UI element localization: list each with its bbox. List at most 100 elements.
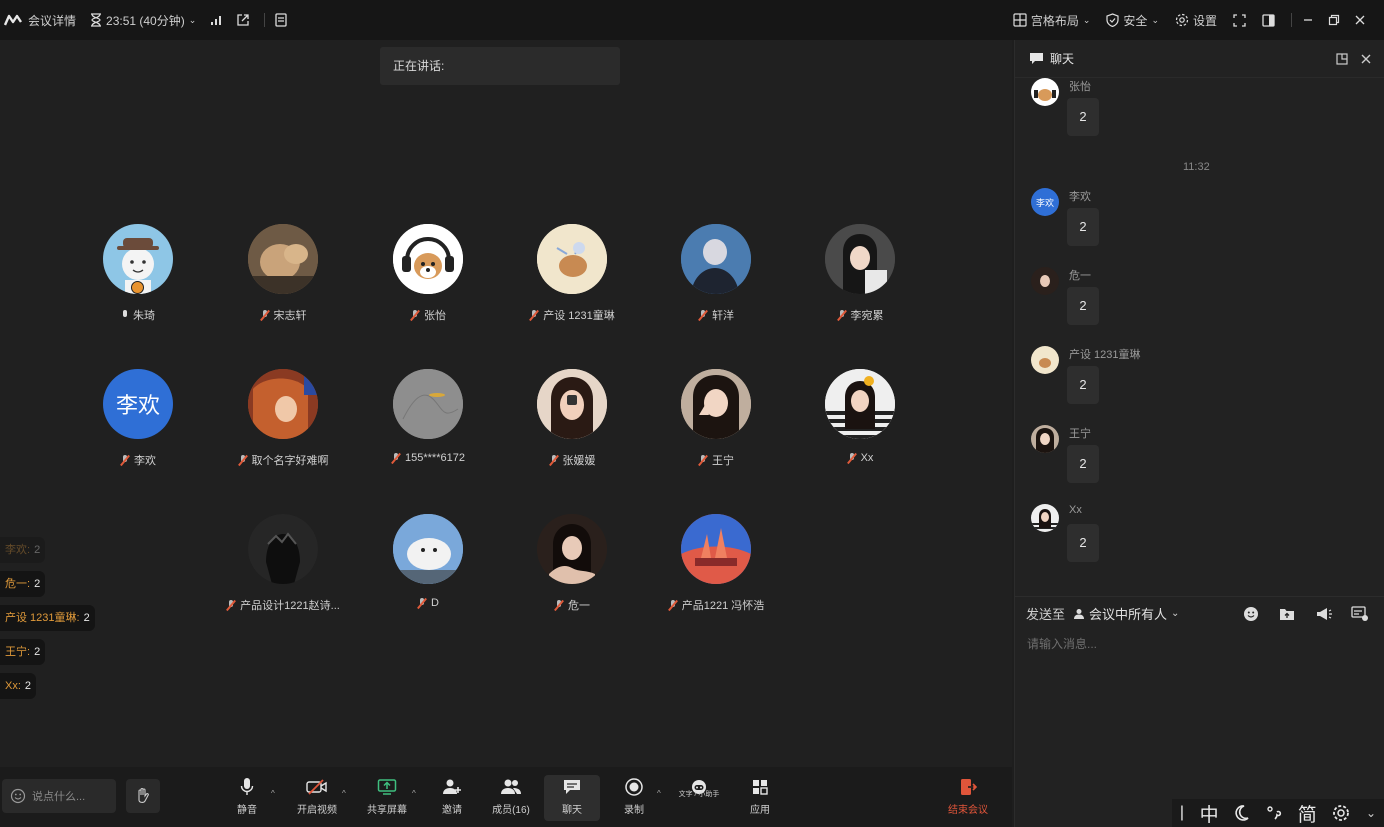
participant-tile[interactable]: D <box>363 514 493 609</box>
participant-tile[interactable]: 张怡 <box>363 224 493 323</box>
invite-button[interactable]: 邀请 <box>424 777 480 821</box>
reaction-sender: 产设 1231童琳: <box>5 612 80 624</box>
quick-message-input[interactable]: 说点什么... <box>2 779 116 813</box>
participant-tile[interactable]: 155****6172 <box>363 369 493 464</box>
reaction-toast: 李欢: 2 <box>0 537 46 563</box>
time-divider: 11:32 <box>1183 161 1210 173</box>
end-meeting-button[interactable]: 结束会议 <box>940 777 996 821</box>
security-button[interactable]: 安全 ⌄ <box>1106 12 1159 29</box>
participant-tile[interactable]: Xx <box>795 369 925 464</box>
network-signal-button[interactable] <box>210 14 222 26</box>
settings-button[interactable]: 设置 <box>1175 12 1217 29</box>
ime-chinese-mode[interactable]: 中 <box>1200 800 1219 827</box>
participant-tile[interactable]: 张媛媛 <box>507 369 637 468</box>
apps-button[interactable]: 应用 <box>732 777 788 821</box>
restore-window-button[interactable] <box>1328 14 1340 26</box>
chevron-up-icon[interactable]: ^ <box>657 789 661 798</box>
minimize-window-button[interactable] <box>1302 14 1314 26</box>
microphone-muted-icon <box>529 309 539 321</box>
emoji-icon[interactable] <box>1243 606 1259 622</box>
avatar <box>1031 425 1059 453</box>
apps-grid-icon <box>751 777 769 797</box>
microphone-muted-icon <box>837 309 847 321</box>
chevron-down-icon[interactable]: ⌄ <box>1366 806 1376 820</box>
share-screen-icon <box>377 777 397 797</box>
external-link-icon <box>236 13 250 27</box>
chat-settings-icon[interactable] <box>1351 605 1384 622</box>
person-icon <box>1073 608 1085 620</box>
mute-label: 静音 <box>237 805 257 816</box>
participant-tile[interactable]: 宋志轩 <box>218 224 348 323</box>
participant-tile[interactable]: 朱琦 <box>73 224 203 323</box>
meeting-timer-label: 23:51 (40分钟) <box>106 13 185 28</box>
avatar <box>248 369 318 439</box>
chevron-down-icon: ⌄ <box>1151 14 1159 25</box>
microphone-muted-icon <box>554 599 564 611</box>
message-sender: 李欢 <box>1069 191 1091 203</box>
send-target-select[interactable]: 会议中所有人 ⌄ <box>1073 604 1179 623</box>
gallery-layout-button[interactable]: 宫格布局 ⌄ <box>1013 12 1090 29</box>
reaction-sender: 危一: <box>5 578 31 590</box>
participant-tile[interactable]: 产品设计1221赵诗... <box>218 514 348 613</box>
microphone-muted-icon <box>698 309 708 321</box>
close-window-button[interactable] <box>1354 14 1366 26</box>
message-input[interactable]: 请输入消息... <box>1027 632 1367 656</box>
record-button[interactable]: 录制 <box>606 777 662 821</box>
chevron-up-icon[interactable]: ^ <box>342 789 346 798</box>
participant-tile[interactable]: 危一 <box>507 514 637 613</box>
toolbar-divider <box>264 13 266 27</box>
microphone-muted-icon <box>668 599 678 611</box>
participant-tile[interactable]: 产设 1231童琳 <box>507 224 637 323</box>
gear-icon[interactable] <box>1332 804 1350 822</box>
apps-label: 应用 <box>750 805 770 816</box>
chat-header: 聊天 <box>1015 40 1384 78</box>
participant-tile[interactable]: 取个名字好难啊 <box>218 369 348 468</box>
meeting-details-button[interactable]: 会议详情 <box>4 12 76 29</box>
meeting-timer[interactable]: 23:51 (40分钟) ⌄ <box>90 12 196 29</box>
chevron-up-icon[interactable]: ^ <box>271 789 275 798</box>
megaphone-icon[interactable] <box>1315 606 1333 622</box>
microphone-muted-icon <box>226 599 236 611</box>
mute-button[interactable]: 静音 <box>219 777 275 821</box>
microphone-icon <box>240 777 254 797</box>
start-video-button[interactable]: 开启视频 <box>289 777 345 821</box>
participant-name: 产品1221 冯怀浩 <box>681 600 765 612</box>
members-label: 成员(16) <box>492 805 530 816</box>
participant-tile[interactable]: 王宁 <box>651 369 781 468</box>
raise-hand-button[interactable] <box>126 779 160 813</box>
participant-name: 张怡 <box>424 310 446 322</box>
share-link-button[interactable] <box>236 13 250 27</box>
people-icon <box>500 777 522 797</box>
punctuation-icon[interactable] <box>1266 804 1282 822</box>
close-icon[interactable] <box>1360 53 1372 65</box>
avatar <box>681 514 751 584</box>
meeting-notes-button[interactable] <box>275 13 287 27</box>
fullscreen-icon <box>1233 13 1246 27</box>
grid-icon <box>1013 13 1027 27</box>
participant-tile[interactable]: 产品1221 冯怀浩 <box>651 514 781 613</box>
participant-name: 取个名字好难啊 <box>251 455 329 467</box>
half-width-moon-icon[interactable] <box>1234 804 1250 822</box>
chevron-up-icon[interactable]: ^ <box>412 789 416 798</box>
ime-simplified[interactable]: 简 <box>1298 800 1317 827</box>
participant-tile[interactable]: 李欢 李欢 <box>73 369 203 468</box>
message-bubble: 2 <box>1067 287 1099 325</box>
folder-upload-icon[interactable] <box>1279 606 1295 622</box>
participant-tile[interactable]: 轩洋 <box>651 224 781 323</box>
participant-tile[interactable]: 李宛累 <box>795 224 925 323</box>
toggle-sidebar-button[interactable] <box>1262 13 1275 27</box>
emoji-icon <box>10 788 26 804</box>
avatar <box>537 514 607 584</box>
chat-button[interactable]: 聊天 <box>544 775 600 821</box>
reaction-sender: 李欢: <box>5 544 31 556</box>
ime-handle-icon[interactable]: | <box>1180 804 1184 822</box>
gallery-layout-label: 宫格布局 <box>1030 13 1079 28</box>
security-label: 安全 <box>1123 13 1148 28</box>
share-screen-label: 共享屏幕 <box>367 805 407 816</box>
active-speaker-banner: 正在讲话: <box>380 47 620 85</box>
popout-icon[interactable] <box>1336 52 1348 65</box>
fullscreen-button[interactable] <box>1233 13 1246 27</box>
members-button[interactable]: 成员(16) <box>483 777 539 821</box>
assistant-button[interactable]: 文字 / 小助手 <box>663 777 735 821</box>
share-screen-button[interactable]: 共享屏幕 <box>359 777 415 821</box>
